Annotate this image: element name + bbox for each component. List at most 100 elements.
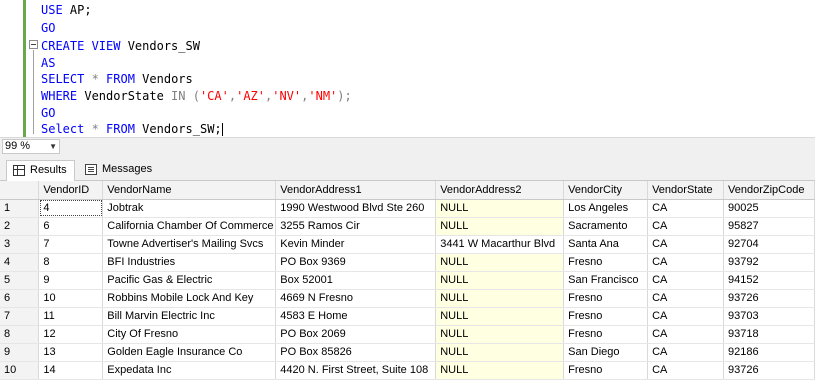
code-line[interactable]: AS xyxy=(41,55,55,72)
row-number[interactable]: 6 xyxy=(0,289,40,308)
table-row[interactable]: 8 12 City Of Fresno PO Box 2069 NULL Fresno CA… xyxy=(0,325,815,344)
grid-cell[interactable]: CA xyxy=(647,307,724,326)
grid-cell[interactable]: 90025 xyxy=(723,199,815,218)
grid-cell[interactable]: PO Box 85826 xyxy=(275,343,437,362)
row-number[interactable]: 7 xyxy=(0,307,40,326)
grid-cell[interactable]: 92186 xyxy=(723,343,815,362)
grid-cell[interactable]: CA xyxy=(647,253,724,272)
grid-cell[interactable]: Robbins Mobile Lock And Key xyxy=(102,289,277,308)
grid-cell[interactable]: 9 xyxy=(38,271,104,290)
grid-cell[interactable]: Kevin Minder xyxy=(275,235,437,254)
grid-cell[interactable]: NULL xyxy=(435,325,565,344)
grid-cell[interactable]: 4 xyxy=(38,199,104,218)
grid-cell[interactable]: 4669 N Fresno xyxy=(275,289,437,308)
row-number[interactable]: 5 xyxy=(0,271,40,290)
code-line[interactable]: CREATE VIEW Vendors_SW xyxy=(41,38,200,55)
grid-cell[interactable]: CA xyxy=(647,235,724,254)
grid-cell[interactable]: CA xyxy=(647,289,724,308)
grid-cell[interactable]: Jobtrak xyxy=(102,199,277,218)
row-number[interactable]: 1 xyxy=(0,199,40,218)
zoom-dropdown[interactable]: 99 % ▼ xyxy=(2,139,60,154)
grid-cell[interactable]: NULL xyxy=(435,343,565,362)
grid-cell[interactable]: 3255 Ramos Cir xyxy=(275,217,437,236)
grid-cell[interactable]: NULL xyxy=(435,253,565,272)
code-line[interactable]: USE AP; xyxy=(41,2,92,19)
row-number[interactable]: 3 xyxy=(0,235,40,254)
grid-cell[interactable]: Fresno xyxy=(563,289,649,308)
table-row[interactable]: 10 14 Expedata Inc 4420 N. First Street, Su… xyxy=(0,361,815,380)
query-editor[interactable]: USE AP; GO CREATE VIEW Vendors_SW AS SELECT … xyxy=(0,0,815,137)
table-row[interactable]: 4 8 BFI Industries PO Box 9369 NULL Fresno CA 9… xyxy=(0,253,815,272)
column-header[interactable]: VendorName xyxy=(102,181,277,200)
column-header[interactable]: VendorZipCode xyxy=(723,181,815,200)
grid-cell[interactable]: NULL xyxy=(435,271,565,290)
tab-messages[interactable]: Messages xyxy=(79,160,154,181)
column-header[interactable]: VendorAddress2 xyxy=(435,181,565,200)
grid-cell[interactable]: Bill Marvin Electric Inc xyxy=(102,307,277,326)
grid-cell[interactable]: 93703 xyxy=(723,307,815,326)
table-row[interactable]: 5 9 Pacific Gas & Electric Box 52001 NULL San… xyxy=(0,271,815,290)
grid-cell[interactable]: 93726 xyxy=(723,361,815,380)
grid-cell[interactable]: 1990 Westwood Blvd Ste 260 xyxy=(275,199,437,218)
grid-cell[interactable]: California Chamber Of Commerce xyxy=(102,217,277,236)
grid-cell[interactable]: PO Box 9369 xyxy=(275,253,437,272)
chevron-down-icon[interactable]: ▼ xyxy=(49,140,57,153)
grid-cell[interactable]: Pacific Gas & Electric xyxy=(102,271,277,290)
code-line[interactable]: GO xyxy=(41,20,55,37)
grid-cell[interactable]: CA xyxy=(647,271,724,290)
grid-cell[interactable]: 93718 xyxy=(723,325,815,344)
grid-cell[interactable]: Golden Eagle Insurance Co xyxy=(102,343,277,362)
grid-cell[interactable]: Towne Advertiser's Mailing Svcs xyxy=(102,235,277,254)
grid-cell[interactable]: NULL xyxy=(435,199,565,218)
grid-cell[interactable]: San Francisco xyxy=(563,271,649,290)
grid-cell[interactable]: 92704 xyxy=(723,235,815,254)
row-header-corner[interactable] xyxy=(0,181,40,200)
grid-cell[interactable]: 3441 W Macarthur Blvd xyxy=(435,235,565,254)
grid-cell[interactable]: Expedata Inc xyxy=(102,361,277,380)
table-row[interactable]: 6 10 Robbins Mobile Lock And Key 4669 N Fre… xyxy=(0,289,815,308)
grid-cell[interactable]: NULL xyxy=(435,361,565,380)
grid-cell[interactable]: San Diego xyxy=(563,343,649,362)
grid-cell[interactable]: NULL xyxy=(435,307,565,326)
table-row[interactable]: 9 13 Golden Eagle Insurance Co PO Box 85826… xyxy=(0,343,815,362)
row-number[interactable]: 4 xyxy=(0,253,40,272)
grid-cell[interactable]: 11 xyxy=(38,307,104,326)
grid-cell[interactable]: NULL xyxy=(435,289,565,308)
grid-cell[interactable]: Fresno xyxy=(563,307,649,326)
grid-cell[interactable]: 93726 xyxy=(723,289,815,308)
grid-cell[interactable]: NULL xyxy=(435,217,565,236)
grid-cell[interactable]: 94152 xyxy=(723,271,815,290)
grid-cell[interactable]: 12 xyxy=(38,325,104,344)
grid-cell[interactable]: CA xyxy=(647,217,724,236)
grid-cell[interactable]: 10 xyxy=(38,289,104,308)
code-line[interactable]: SELECT * FROM Vendors xyxy=(41,71,193,88)
grid-cell[interactable]: PO Box 2069 xyxy=(275,325,437,344)
table-row[interactable]: 1 4 Jobtrak 1990 Westwood Blvd Ste 260 NULL L… xyxy=(0,199,815,218)
column-header[interactable]: VendorAddress1 xyxy=(275,181,437,200)
code-line[interactable]: WHERE VendorState IN ('CA','AZ','NV','NM… xyxy=(41,88,352,105)
row-number[interactable]: 9 xyxy=(0,343,40,362)
column-header[interactable]: VendorCity xyxy=(563,181,649,200)
grid-cell[interactable]: 4583 E Home xyxy=(275,307,437,326)
grid-cell[interactable]: Fresno xyxy=(563,325,649,344)
grid-cell[interactable]: 95827 xyxy=(723,217,815,236)
grid-cell[interactable]: BFI Industries xyxy=(102,253,277,272)
row-number[interactable]: 10 xyxy=(0,361,40,380)
grid-cell[interactable]: 8 xyxy=(38,253,104,272)
table-row[interactable]: 3 7 Towne Advertiser's Mailing Svcs Kevin M… xyxy=(0,235,815,254)
code-line[interactable]: GO xyxy=(41,105,55,122)
grid-cell[interactable]: Sacramento xyxy=(563,217,649,236)
row-number[interactable]: 2 xyxy=(0,217,40,236)
grid-cell[interactable]: 4420 N. First Street, Suite 108 xyxy=(275,361,437,380)
table-row[interactable]: 2 6 California Chamber Of Commerce 3255 Ram… xyxy=(0,217,815,236)
grid-cell[interactable]: Fresno xyxy=(563,253,649,272)
grid-cell[interactable]: Los Angeles xyxy=(563,199,649,218)
column-header[interactable]: VendorState xyxy=(647,181,724,200)
collapse-region-icon[interactable] xyxy=(29,40,38,49)
grid-cell[interactable]: 14 xyxy=(38,361,104,380)
grid-cell[interactable]: 13 xyxy=(38,343,104,362)
grid-cell[interactable]: Box 52001 xyxy=(275,271,437,290)
grid-cell[interactable]: City Of Fresno xyxy=(102,325,277,344)
grid-cell[interactable]: Santa Ana xyxy=(563,235,649,254)
code-line[interactable]: Select * FROM Vendors_SW; xyxy=(41,121,223,137)
